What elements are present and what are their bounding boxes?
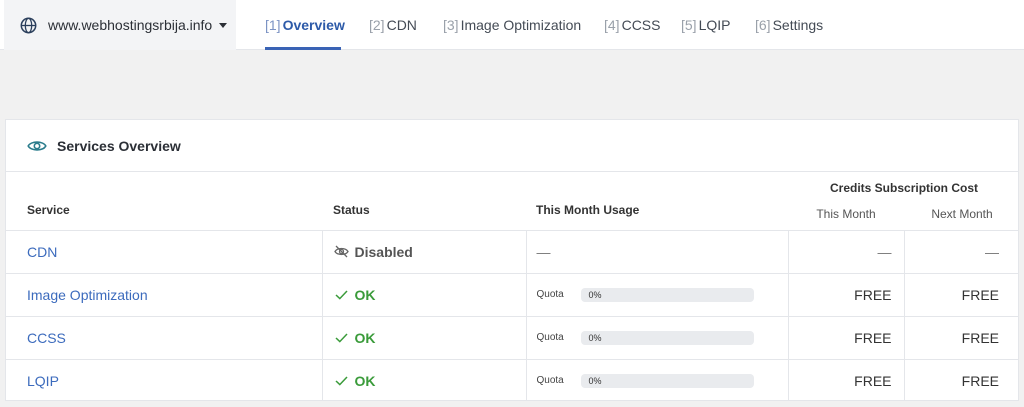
tab-label: CDN — [386, 17, 417, 33]
eye-slash-icon — [333, 245, 349, 258]
checkmark-icon — [334, 374, 349, 387]
cost-value: — — [985, 243, 1000, 260]
quota-percent: 0% — [588, 332, 602, 343]
service-link-ccss[interactable]: CCSS — [27, 330, 66, 346]
site-domain: www.webhostingsrbija.info — [48, 17, 213, 33]
tab-label: Settings — [772, 17, 824, 33]
service-cell: CCSS — [6, 316, 322, 360]
tab-number: [1] — [265, 17, 281, 33]
quota-label: Quota — [536, 375, 564, 386]
cost-this-month: FREE — [787, 273, 904, 317]
service-cell: Image Optimization — [6, 273, 322, 317]
status-cell: OK — [321, 273, 526, 317]
table-row: LQIP OK Quota 0% FREE FREE — [6, 359, 1018, 400]
tab-lqip[interactable]: [5] LQIP — [681, 0, 730, 50]
service-link-lqip[interactable]: LQIP — [27, 373, 59, 389]
column-header-usage: This Month Usage — [526, 172, 788, 231]
table-row: CCSS OK Quota 0% FREE FREE — [6, 316, 1018, 360]
table-row: CDN Disabled — — — — [6, 230, 1018, 274]
cost-next-month: FREE — [903, 316, 1018, 360]
cost-next-month: FREE — [903, 273, 1018, 317]
quota-progress-bar: 0% — [580, 330, 754, 345]
cost-this-month: — — [787, 230, 904, 274]
column-header-credits: Credits Subscription Cost — [830, 181, 979, 195]
tab-number: [4] — [604, 17, 620, 33]
status-cell: Disabled — [321, 230, 526, 274]
services-overview-card: Services Overview Service Status This Mo… — [5, 119, 1019, 401]
status-text: OK — [354, 286, 376, 303]
tab-number: [3] — [443, 17, 459, 33]
tab-number: [2] — [369, 17, 385, 33]
tab-ccss[interactable]: [4] CCSS — [604, 0, 660, 50]
card-header: Services Overview — [6, 120, 1018, 172]
service-cell: LQIP — [6, 359, 322, 400]
status-text: Disabled — [354, 243, 413, 260]
chevron-down-icon — [219, 22, 228, 28]
globe-icon — [20, 17, 37, 34]
checkmark-icon — [334, 288, 349, 301]
status-cell: OK — [321, 359, 526, 400]
cost-this-month: FREE — [787, 316, 904, 360]
table-row: Image Optimization OK Quota 0% FREE FREE — [6, 273, 1018, 317]
top-navigation-bar: www.webhostingsrbija.info [1] Overview [… — [0, 0, 1024, 50]
usage-value: — — [536, 243, 551, 260]
eye-icon — [27, 139, 47, 153]
status-cell: OK — [321, 316, 526, 360]
services-table: Service Status This Month Usage Credits … — [6, 172, 1018, 400]
checkmark-icon — [334, 331, 349, 344]
tab-settings[interactable]: [6] Settings — [755, 0, 823, 50]
column-header-service: Service — [6, 172, 322, 231]
service-link-cdn[interactable]: CDN — [27, 244, 57, 260]
service-cell: CDN — [6, 230, 322, 274]
quota-progress-bar: 0% — [580, 287, 754, 302]
usage-cell: — — [525, 230, 788, 274]
column-header-status: Status — [322, 172, 526, 231]
cost-value: — — [877, 243, 892, 260]
tab-number: [6] — [755, 17, 771, 33]
usage-cell: Quota 0% — [525, 316, 788, 360]
usage-cell: Quota 0% — [525, 273, 788, 317]
card-title: Services Overview — [57, 137, 181, 154]
tab-label: LQIP — [698, 17, 731, 33]
cost-next-month: — — [903, 230, 1018, 274]
table-header-row: Service Status This Month Usage Credits … — [6, 172, 1018, 231]
tab-overview[interactable]: [1] Overview — [265, 0, 345, 50]
quota-label: Quota — [536, 332, 564, 343]
cost-this-month: FREE — [787, 359, 904, 400]
quota-progress-bar: 0% — [580, 373, 754, 388]
service-link-image-optimization[interactable]: Image Optimization — [27, 287, 148, 303]
tab-image-optimization[interactable]: [3] Image Optimization — [443, 0, 581, 50]
tab-label: Image Optimization — [460, 17, 582, 33]
site-switcher[interactable]: www.webhostingsrbija.info — [4, 0, 236, 50]
tab-cdn[interactable]: [2] CDN — [369, 0, 417, 50]
status-text: OK — [354, 329, 376, 346]
tab-number: [5] — [681, 17, 697, 33]
quota-label: Quota — [536, 289, 564, 300]
column-header-this-month: This Month — [788, 204, 904, 231]
cost-next-month: FREE — [903, 359, 1018, 400]
status-text: OK — [354, 372, 376, 389]
tab-label: CCSS — [621, 17, 661, 33]
quota-percent: 0% — [588, 375, 602, 386]
quota-percent: 0% — [588, 289, 602, 300]
usage-cell: Quota 0% — [525, 359, 788, 400]
column-header-next-month: Next Month — [904, 204, 1018, 231]
tab-label: Overview — [282, 17, 345, 33]
